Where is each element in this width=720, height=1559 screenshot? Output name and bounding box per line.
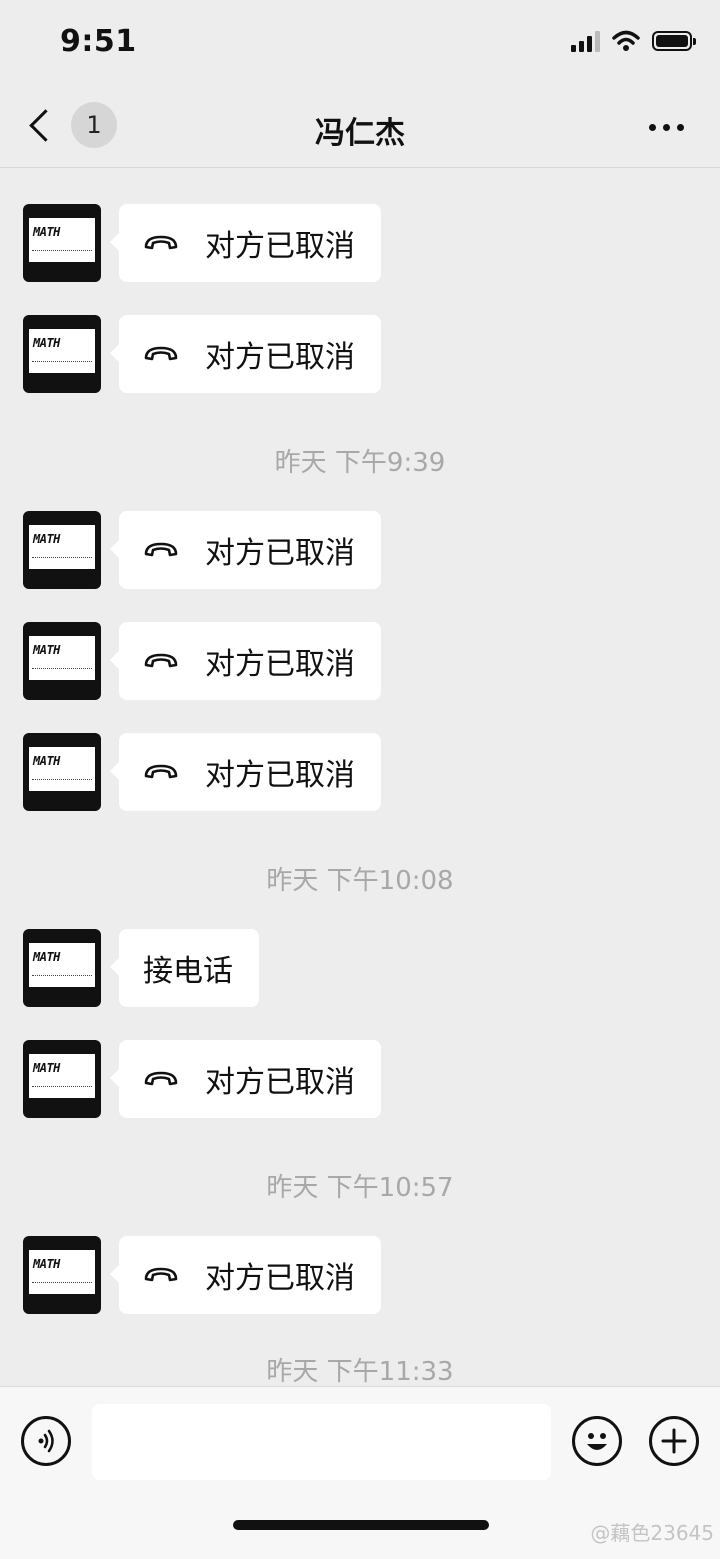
chat-title: 冯仁杰	[315, 116, 405, 151]
message-thread[interactable]: MATH 对方已取消 MATH 对方已取消 昨天 下午9:39 MATH 对方已取消 MATH…	[0, 168, 720, 1386]
call-message-row: MATH 对方已取消	[23, 315, 381, 393]
status-time: 9:51	[60, 24, 137, 59]
call-message-row: MATH 对方已取消	[23, 733, 381, 811]
voice-button[interactable]	[21, 1416, 71, 1466]
voice-icon	[38, 1429, 54, 1453]
phone-hangup-icon	[144, 1267, 178, 1282]
message-text: 对方已取消	[205, 1065, 355, 1100]
status-icons	[571, 30, 696, 52]
message-text: 对方已取消	[205, 340, 355, 375]
phone-hangup-icon	[144, 653, 178, 668]
phone-hangup-icon	[144, 346, 178, 361]
more-button[interactable]	[649, 124, 684, 131]
avatar-logo: MATH	[33, 225, 60, 239]
avatar[interactable]: MATH	[23, 622, 101, 700]
message-text: 对方已取消	[205, 758, 355, 793]
chat-header: 1 冯仁杰	[0, 90, 720, 168]
avatar[interactable]: MATH	[23, 1040, 101, 1118]
timestamp-separator: 昨天 下午10:08	[266, 866, 454, 896]
wifi-icon	[612, 30, 640, 51]
avatar[interactable]: MATH	[23, 315, 101, 393]
avatar-logo: MATH	[33, 643, 60, 657]
avatar[interactable]: MATH	[23, 511, 101, 589]
avatar-logo: MATH	[33, 1061, 60, 1075]
call-bubble[interactable]: 对方已取消	[110, 204, 381, 282]
avatar-logo: MATH	[33, 950, 60, 964]
message-text: 接电话	[143, 954, 233, 989]
call-bubble[interactable]: 对方已取消	[110, 1040, 381, 1118]
message-text: 对方已取消	[205, 229, 355, 264]
phone-hangup-icon	[144, 764, 178, 779]
emoji-button[interactable]	[572, 1416, 622, 1466]
avatar-logo: MATH	[33, 336, 60, 350]
more-dots-icon	[649, 124, 656, 131]
timestamp-separator: 昨天 下午11:33	[266, 1357, 454, 1386]
message-text: 对方已取消	[205, 647, 355, 682]
call-message-row: MATH 对方已取消	[23, 511, 381, 589]
home-indicator[interactable]	[233, 1520, 489, 1530]
battery-icon	[652, 31, 696, 51]
timestamp-separator: 昨天 下午9:39	[274, 448, 446, 478]
call-message-row: MATH 对方已取消	[23, 1040, 381, 1118]
call-bubble[interactable]: 对方已取消	[110, 315, 381, 393]
signal-icon	[571, 30, 600, 52]
status-bar: 9:51	[0, 0, 720, 90]
call-message-row: MATH 对方已取消	[23, 622, 381, 700]
timestamp-separator: 昨天 下午10:57	[266, 1173, 454, 1203]
call-bubble[interactable]: 对方已取消	[110, 1236, 381, 1314]
text-message-row: MATH 接电话	[23, 929, 259, 1007]
avatar[interactable]: MATH	[23, 733, 101, 811]
call-message-row: MATH 对方已取消	[23, 204, 381, 282]
avatar-logo: MATH	[33, 532, 60, 546]
message-text: 对方已取消	[205, 536, 355, 571]
call-bubble[interactable]: 对方已取消	[110, 511, 381, 589]
avatar-logo: MATH	[33, 1257, 60, 1271]
avatar-logo: MATH	[33, 754, 60, 768]
input-bar: @藕色23645	[0, 1386, 720, 1559]
watermark: @藕色23645	[590, 1521, 714, 1545]
text-bubble[interactable]: 接电话	[110, 929, 259, 1007]
message-text: 对方已取消	[205, 1261, 355, 1296]
phone-hangup-icon	[144, 235, 178, 250]
avatar[interactable]: MATH	[23, 1236, 101, 1314]
message-input[interactable]	[92, 1404, 551, 1480]
emoji-icon	[587, 1433, 607, 1450]
plus-button[interactable]	[649, 1416, 699, 1466]
call-message-row: MATH 对方已取消	[23, 1236, 381, 1314]
call-bubble[interactable]: 对方已取消	[110, 622, 381, 700]
avatar[interactable]: MATH	[23, 204, 101, 282]
plus-icon	[661, 1428, 687, 1454]
phone-hangup-icon	[144, 542, 178, 557]
phone-hangup-icon	[144, 1071, 178, 1086]
avatar[interactable]: MATH	[23, 929, 101, 1007]
call-bubble[interactable]: 对方已取消	[110, 733, 381, 811]
